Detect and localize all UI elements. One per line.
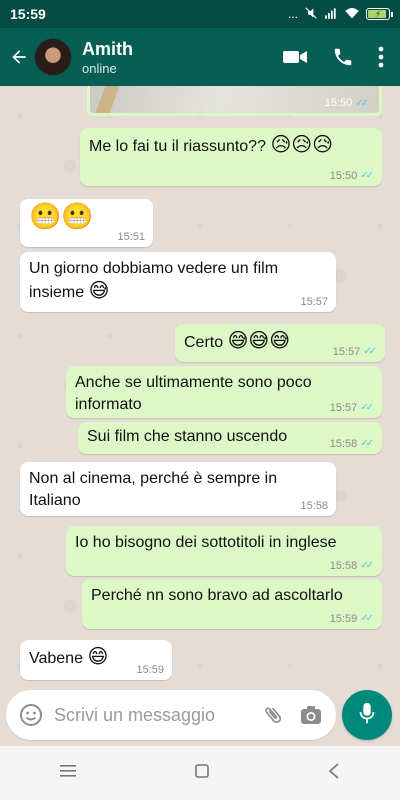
read-ticks-icon: ✓✓ — [360, 560, 374, 571]
message-text: Io ho bisogno dei sottotitoli in inglese — [75, 534, 337, 551]
read-ticks-icon: ✓✓ — [360, 438, 374, 449]
message-bubble-outgoing[interactable]: Sui film che stanno uscendo 15:58 ✓✓ — [78, 422, 382, 454]
phone-icon[interactable] — [332, 46, 354, 68]
system-nav-bar — [0, 746, 400, 800]
read-ticks-icon: ✓✓ — [360, 402, 374, 413]
video-call-icon[interactable] — [282, 47, 308, 67]
message-text: Vabene — [29, 650, 83, 667]
menu-icon[interactable] — [59, 764, 76, 783]
message-text: Perché nn sono bravo ad ascoltarlo — [91, 587, 343, 604]
message-meta: 15:57 ✓✓ — [333, 346, 377, 358]
back-arrow-icon[interactable] — [8, 46, 30, 68]
charging-bolt-icon: ⚡ — [374, 8, 382, 19]
message-time: 15:51 — [117, 231, 145, 243]
wifi-icon — [344, 6, 360, 23]
message-meta: 15:57 — [300, 296, 328, 308]
message-time: 15:57 — [332, 346, 361, 358]
message-time: 15:50 — [324, 97, 353, 109]
message-time: 15:59 — [136, 664, 164, 676]
message-time: 15:58 — [329, 560, 358, 572]
mic-icon — [357, 701, 377, 730]
message-text-line2: Italiano — [29, 492, 81, 509]
back-triangle-icon[interactable] — [328, 762, 340, 784]
message-list[interactable]: 15:50 ✓✓ Me lo fai tu il riassunto?? 😥😥😥… — [0, 86, 400, 686]
message-text: Un giorno dobbiamo vedere un film — [29, 260, 279, 277]
message-time: 15:57 — [329, 402, 358, 414]
message-bubble-outgoing[interactable]: Anche se ultimamente sono poco informato… — [66, 366, 382, 418]
message-text: Certo — [184, 334, 224, 351]
message-bubble-outgoing[interactable]: Me lo fai tu il riassunto?? 😥😥😥 15:50 ✓✓ — [80, 128, 382, 186]
avatar[interactable] — [34, 38, 72, 76]
message-time: 15:58 — [329, 438, 358, 450]
message-meta: 15:58 — [300, 500, 328, 512]
status-bar: 15:59 ... ⚡ — [0, 0, 400, 28]
message-bubble-outgoing[interactable]: Certo 😅😅😅 15:57 ✓✓ — [175, 324, 385, 362]
message-text: Anche se ultimamente sono poco — [75, 374, 312, 391]
message-text: Me lo fai tu il riassunto?? — [89, 138, 266, 155]
compose-pill — [6, 690, 336, 740]
message-time: 15:59 — [329, 613, 358, 625]
message-bubble-outgoing[interactable]: Io ho bisogno dei sottotitoli in inglese… — [66, 526, 382, 576]
message-time: 15:57 — [300, 296, 328, 308]
message-time: 15:50 — [329, 170, 358, 182]
notification-dots: ... — [287, 7, 298, 21]
message-emoji: 😥😥😥 — [270, 134, 333, 156]
message-bubble-incoming[interactable]: Un giorno dobbiamo vedere un film insiem… — [20, 252, 336, 312]
read-ticks-icon: ✓✓ — [355, 97, 369, 109]
camera-icon[interactable] — [298, 702, 324, 728]
mic-button[interactable] — [342, 690, 392, 740]
contact-status: online — [82, 60, 117, 76]
home-square-icon[interactable] — [195, 763, 209, 783]
message-bubble-incoming[interactable]: Vabene 😄 15:59 — [20, 640, 172, 680]
paperclip-icon[interactable] — [260, 702, 286, 728]
message-text-line2: insieme — [29, 284, 85, 301]
contact-name: Amith — [82, 38, 133, 59]
signal-icon — [324, 6, 338, 23]
image-message-preview[interactable]: 15:50 ✓✓ — [87, 86, 382, 116]
message-emoji: 😅😅😅 — [227, 330, 291, 352]
status-time: 15:59 — [10, 6, 46, 22]
status-icons: ... ⚡ — [287, 6, 393, 23]
battery-icon: ⚡ — [366, 8, 393, 20]
message-input[interactable] — [54, 704, 260, 726]
message-bubble-incoming[interactable]: 😬😬 15:51 — [20, 199, 153, 247]
mute-icon — [304, 6, 318, 23]
message-text-line2: informato — [75, 396, 142, 413]
message-meta: 15:50 ✓✓ — [325, 97, 369, 109]
message-emoji: 😅 — [88, 280, 110, 302]
message-text: Sui film che stanno uscendo — [87, 428, 288, 445]
contact-info[interactable]: Amith online — [82, 39, 133, 76]
message-time: 15:58 — [300, 500, 328, 512]
message-meta: 15:58 ✓✓ — [330, 560, 374, 572]
message-bubble-incoming[interactable]: Non al cinema, perché è sempre in Italia… — [20, 462, 336, 516]
read-ticks-icon: ✓✓ — [360, 613, 374, 624]
chat-header: Amith online — [0, 28, 400, 86]
message-meta: 15:58 ✓✓ — [330, 438, 374, 450]
read-ticks-icon: ✓✓ — [360, 170, 374, 181]
message-text: Non al cinema, perché è sempre in — [29, 470, 278, 487]
message-meta: 15:59 — [136, 664, 164, 676]
message-emoji: 😬😬 — [29, 201, 94, 231]
image-content — [94, 86, 120, 113]
message-meta: 15:50 ✓✓ — [330, 170, 374, 182]
read-ticks-icon: ✓✓ — [363, 346, 377, 357]
message-emoji: 😄 — [87, 646, 109, 668]
message-meta: 15:51 — [117, 231, 145, 243]
emoji-icon[interactable] — [18, 702, 44, 728]
message-meta: 15:57 ✓✓ — [330, 402, 374, 414]
message-bubble-outgoing[interactable]: Perché nn sono bravo ad ascoltarlo 15:59… — [82, 579, 382, 629]
more-vert-icon[interactable] — [378, 46, 384, 68]
compose-bar — [0, 686, 400, 746]
message-meta: 15:59 ✓✓ — [330, 613, 374, 625]
